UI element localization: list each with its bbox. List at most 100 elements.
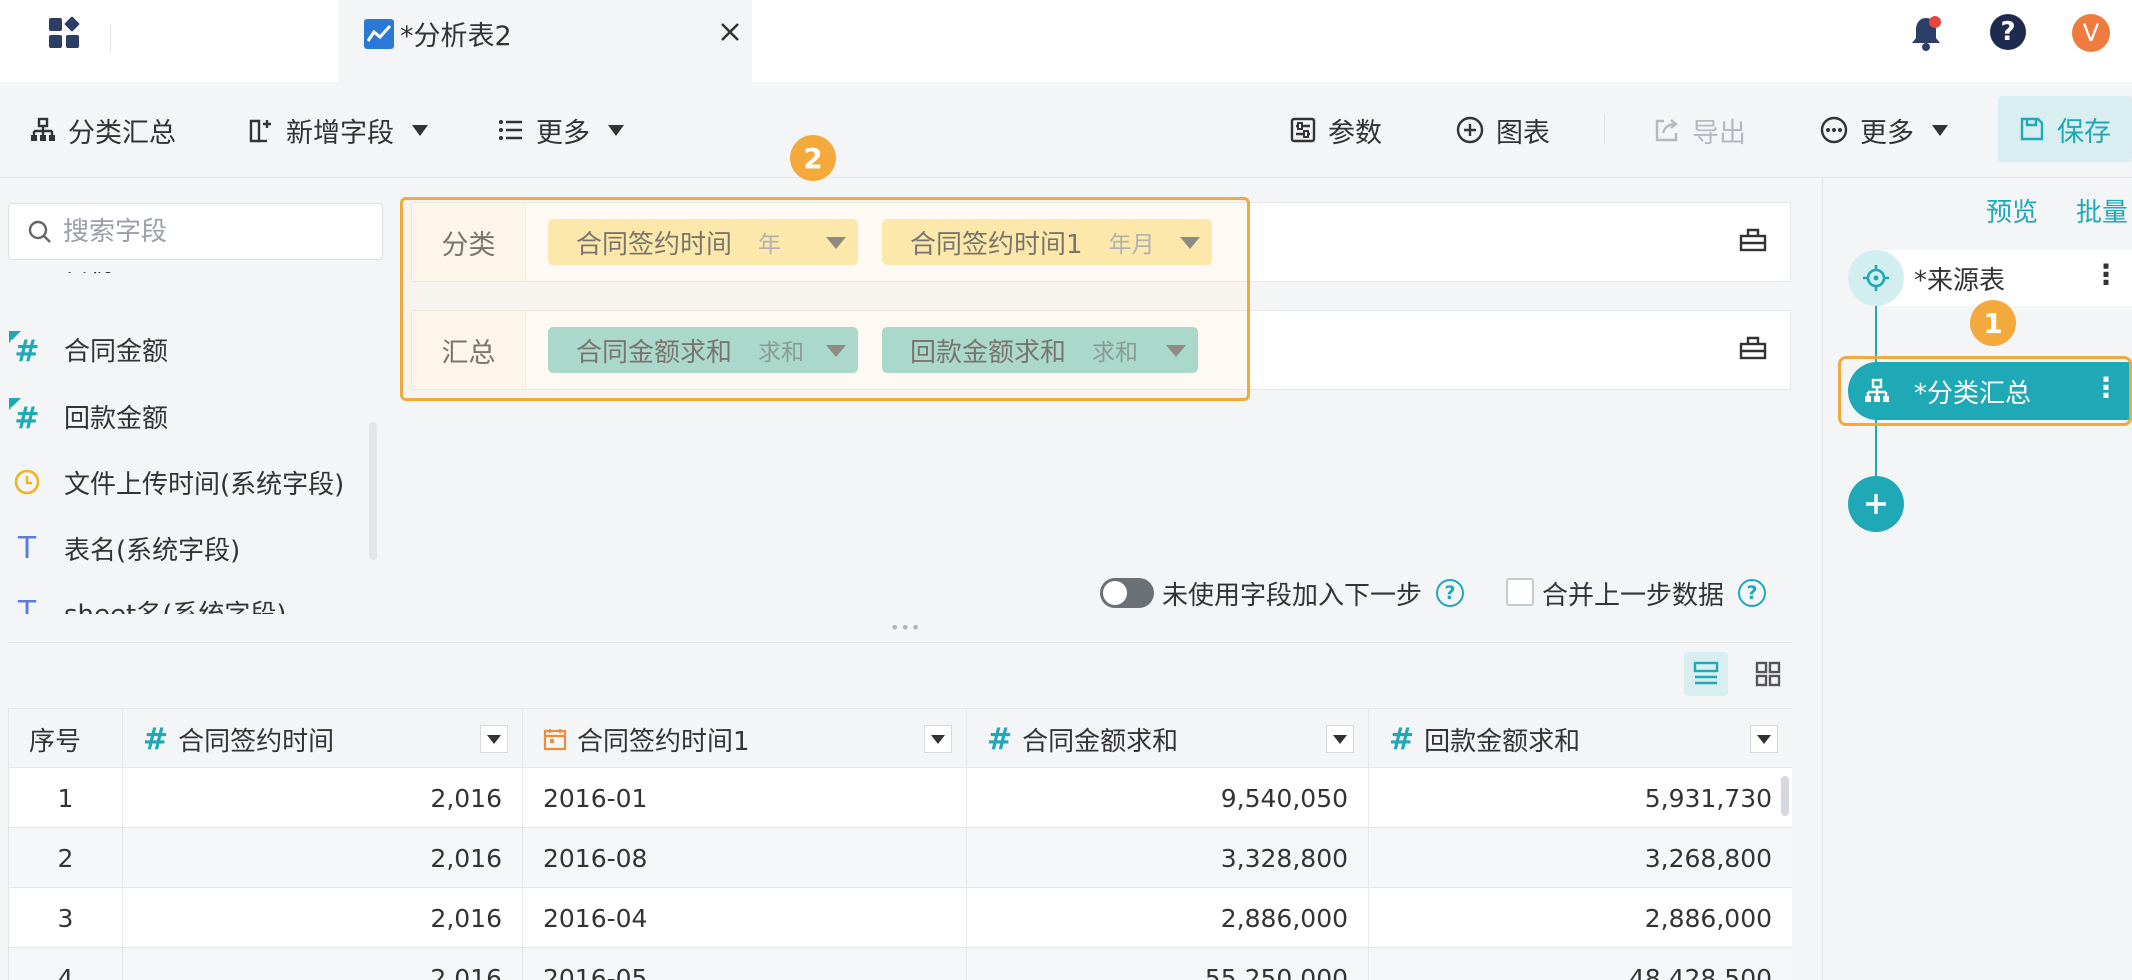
- notification-bell-icon[interactable]: [1908, 14, 1944, 54]
- more-menu-left[interactable]: 更多: [498, 82, 624, 178]
- add-field-label: 新增字段: [286, 117, 394, 149]
- table-cell: 3,268,800: [1369, 828, 1792, 888]
- more-left-label: 更多: [536, 117, 590, 149]
- chip-name: 合同签约时间1: [910, 229, 1083, 260]
- header-label: 回款金额求和: [1424, 726, 1581, 757]
- dropdown-triangle-icon[interactable]: [1180, 237, 1200, 249]
- resize-handle[interactable]: •••: [890, 618, 921, 637]
- header-cell[interactable]: # 合同签约时间: [123, 709, 523, 769]
- group-row-label: 分类: [412, 203, 526, 281]
- table-cell: 3: [9, 888, 123, 948]
- export-button[interactable]: 导出: [1654, 82, 1746, 178]
- tab-bar: [0, 0, 2132, 82]
- table-row[interactable]: 1 2,016 2016-01 9,540,050 5,931,730: [9, 768, 1792, 828]
- list-view-button[interactable]: [1684, 652, 1728, 696]
- sort-dropdown-icon[interactable]: [1326, 725, 1354, 753]
- field-search[interactable]: [8, 203, 383, 260]
- header-cell[interactable]: # 回款金额求和: [1369, 709, 1792, 769]
- chart-button[interactable]: 图表: [1456, 82, 1550, 178]
- clear-icon[interactable]: [1738, 225, 1768, 255]
- group-chip[interactable]: 合同签约时间 年: [548, 219, 858, 265]
- more-menu-right[interactable]: 更多: [1820, 82, 1948, 178]
- flow-node-group-summary[interactable]: *分类汇总 ⋮: [1848, 362, 2132, 420]
- summary-config-row: 汇总 合同金额求和 求和 回款金额求和 求和: [411, 310, 1791, 390]
- apps-icon[interactable]: [46, 16, 86, 56]
- field-label: 日份: [64, 272, 116, 279]
- add-field-button[interactable]: 新增字段: [248, 82, 428, 178]
- table-scrollbar[interactable]: [1781, 776, 1789, 816]
- merge-previous-label: 合并上一步数据: [1542, 580, 1725, 611]
- target-icon: [1848, 250, 1904, 306]
- summary-chip[interactable]: 合同金额求和 求和: [548, 327, 858, 373]
- number-field-icon: #: [8, 330, 46, 368]
- add-step-button[interactable]: [1848, 476, 1904, 532]
- table-row[interactable]: 3 2,016 2016-04 2,886,000 2,886,000: [9, 888, 1792, 948]
- dropdown-triangle-icon[interactable]: [826, 237, 846, 249]
- callout-badge-1: 1: [1970, 300, 2016, 346]
- table-cell: 2,016: [123, 948, 523, 980]
- avatar[interactable]: V: [2072, 14, 2110, 52]
- sort-dropdown-icon[interactable]: [1750, 725, 1778, 753]
- batch-link[interactable]: 批量: [2076, 192, 2128, 229]
- chip-name: 合同签约时间: [576, 229, 733, 260]
- callout-badge-2: 2: [790, 135, 836, 181]
- preview-link[interactable]: 预览: [1986, 192, 2038, 229]
- table-cell: 2,886,000: [1369, 888, 1792, 948]
- field-item[interactable]: T 表名(系统字段): [8, 518, 240, 578]
- clear-icon[interactable]: [1738, 333, 1768, 363]
- dropdown-triangle-icon[interactable]: [1166, 345, 1186, 357]
- help-circle-icon[interactable]: ?: [1990, 14, 2026, 50]
- merge-previous-checkbox[interactable]: [1506, 578, 1534, 606]
- date-type-icon: [543, 727, 567, 751]
- table-row[interactable]: 4 2,016 2016-05 55,250,000 48,428,500: [9, 948, 1792, 980]
- table-cell: 55,250,000: [967, 948, 1369, 980]
- field-item[interactable]: # 回款金额: [8, 386, 168, 446]
- group-summary-label: 分类汇总: [68, 117, 176, 149]
- svg-text:#: #: [14, 401, 39, 434]
- export-label: 导出: [1692, 117, 1746, 149]
- group-summary-button[interactable]: 分类汇总: [30, 82, 176, 178]
- number-type-icon: #: [143, 721, 169, 757]
- field-item[interactable]: T 日份: [8, 272, 116, 290]
- table-header-row: 序号 # 合同签约时间 合同签约时间1 # 合同金额求和 # 回款金额求和: [9, 708, 1792, 769]
- merge-previous-option: 合并上一步数据 ?: [1542, 573, 1767, 613]
- tab-analysis-table[interactable]: *分析表2: [338, 0, 752, 82]
- sort-dropdown-icon[interactable]: [924, 725, 952, 753]
- plus-circle-icon: [1456, 116, 1484, 144]
- table-cell: 5,931,730: [1369, 768, 1792, 828]
- save-button[interactable]: 保存: [1998, 96, 2132, 162]
- clock-icon: [8, 463, 46, 501]
- help-icon[interactable]: ?: [1738, 579, 1767, 607]
- chart-label: 图表: [1496, 117, 1550, 149]
- toolbar-divider: [1604, 114, 1605, 144]
- data-table: 序号 # 合同签约时间 合同签约时间1 # 合同金额求和 # 回款金额求和 1 …: [8, 708, 1792, 980]
- chevron-down-icon: [412, 124, 428, 136]
- more-vertical-icon[interactable]: ⋮: [2092, 258, 2120, 291]
- unused-fields-toggle[interactable]: [1100, 578, 1154, 608]
- group-chip[interactable]: 合同签约时间1 年月: [882, 219, 1212, 265]
- more-vertical-icon[interactable]: ⋮: [2092, 371, 2120, 404]
- field-item[interactable]: 文件上传时间(系统字段): [8, 452, 344, 512]
- params-button[interactable]: 参数: [1290, 82, 1382, 178]
- summary-chip[interactable]: 回款金额求和 求和: [882, 327, 1198, 373]
- field-item[interactable]: T sheet名(系统字段): [8, 582, 287, 615]
- header-cell[interactable]: # 合同金额求和: [967, 709, 1369, 769]
- dropdown-triangle-icon[interactable]: [826, 345, 846, 357]
- close-icon[interactable]: [718, 20, 742, 44]
- grid-view-button[interactable]: [1746, 652, 1790, 696]
- node-label: *分类汇总: [1914, 379, 2032, 409]
- table-row[interactable]: 2 2,016 2016-08 3,328,800 3,268,800: [9, 828, 1792, 888]
- tab-divider: [110, 24, 111, 52]
- chip-sub: 年: [758, 232, 782, 258]
- sort-dropdown-icon[interactable]: [480, 725, 508, 753]
- search-input[interactable]: [63, 216, 363, 247]
- field-list-scrollbar[interactable]: [369, 422, 377, 560]
- chip-name: 合同金额求和: [576, 337, 733, 368]
- chip-sub: 求和: [1092, 340, 1139, 366]
- header-cell[interactable]: 合同签约时间1: [523, 709, 967, 769]
- table-cell: 2,016: [123, 828, 523, 888]
- field-item[interactable]: # 合同金额: [8, 319, 168, 379]
- line-chart-icon: [364, 18, 394, 49]
- help-icon[interactable]: ?: [1436, 579, 1465, 607]
- header-label: 合同签约时间: [178, 726, 335, 757]
